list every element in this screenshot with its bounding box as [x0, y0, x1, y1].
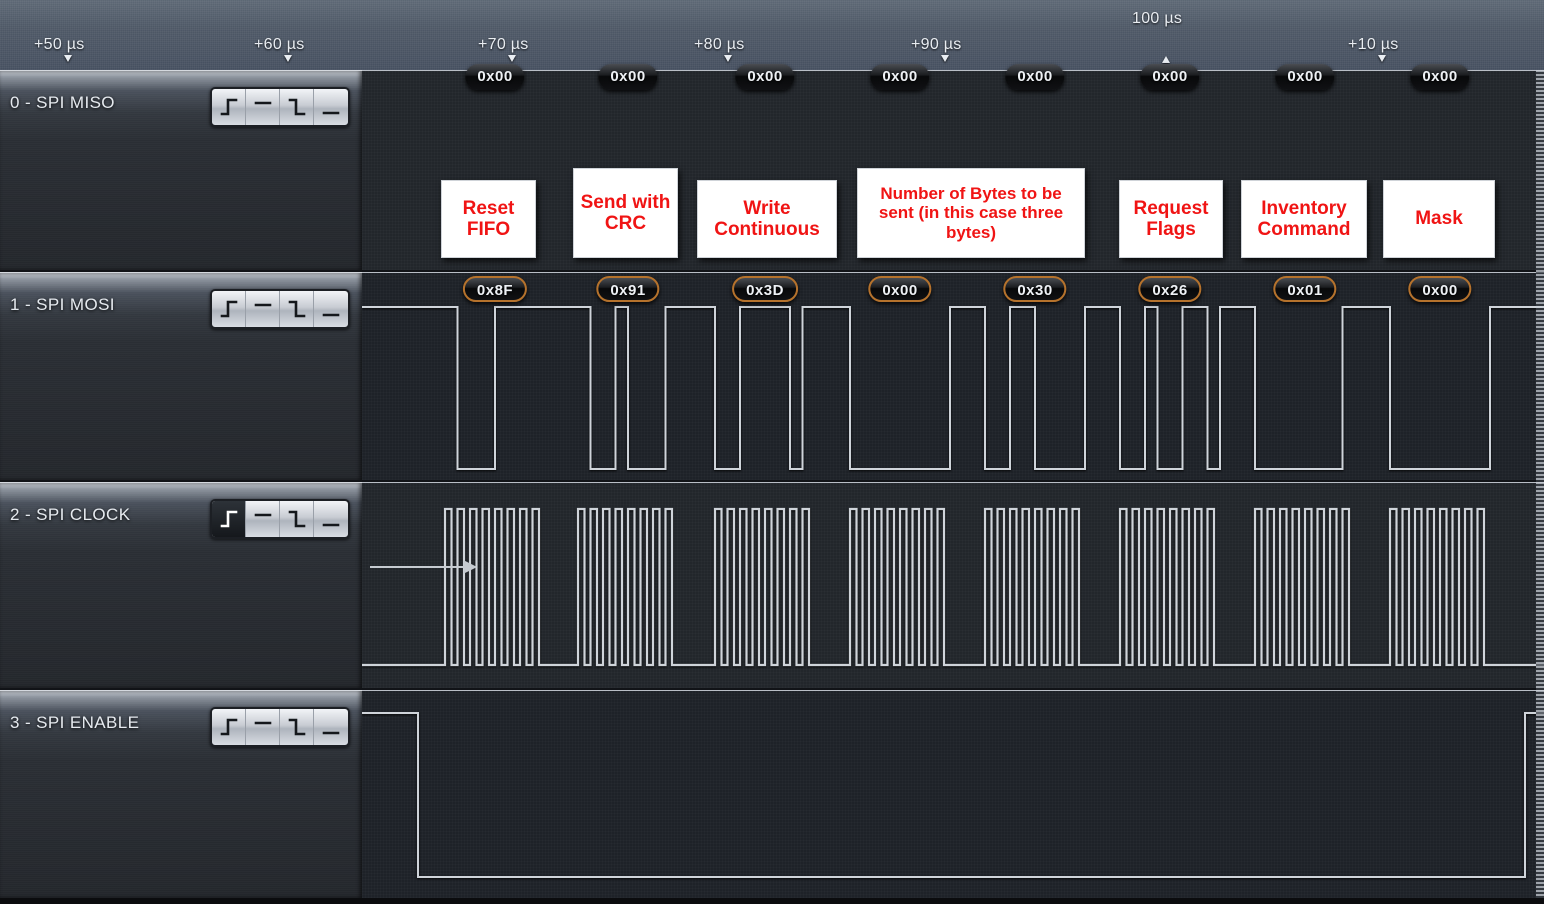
trigger-button-falling-edge[interactable]: [280, 89, 314, 125]
high-level-icon: [253, 296, 273, 322]
channel-header-spi-mosi[interactable]: 1 - SPI MOSI: [0, 272, 362, 480]
trigger-selector-spi-mosi[interactable]: [210, 289, 350, 329]
annotation-box: Write Continuous: [697, 180, 837, 258]
rising-edge-icon: [219, 506, 239, 532]
channel-header-spi-clock[interactable]: 2 - SPI CLOCK: [0, 482, 362, 688]
ruler-tick-arrow-icon: [64, 55, 72, 62]
ruler-tick-label: +80 µs: [694, 36, 745, 54]
rising-edge-icon: [219, 94, 239, 120]
waveform-trace: [362, 273, 1544, 480]
ruler-tick-arrow-icon: [724, 55, 732, 62]
channel-header-spi-miso[interactable]: 0 - SPI MISO: [0, 70, 362, 270]
channel-lane-spi-enable: 3 - SPI ENABLE: [0, 690, 1544, 898]
trigger-button-low-level[interactable]: [314, 291, 348, 327]
mosi-byte-bubble[interactable]: 0x3D: [732, 276, 798, 302]
ruler-tick-label: +60 µs: [254, 36, 305, 54]
ruler-tick-arrow-icon: [1162, 56, 1170, 63]
trigger-button-falling-edge[interactable]: [280, 709, 314, 745]
channel-label-spi-enable: 3 - SPI ENABLE: [10, 713, 139, 733]
miso-byte-bubble[interactable]: 0x00: [1410, 64, 1469, 90]
channel-lane-spi-clock: 2 - SPI CLOCK: [0, 482, 1544, 688]
trigger-button-falling-edge[interactable]: [280, 291, 314, 327]
mosi-byte-bubble[interactable]: 0x00: [868, 276, 931, 302]
trigger-button-low-level[interactable]: [314, 501, 348, 537]
low-level-icon: [321, 296, 341, 322]
channel-label-spi-mosi: 1 - SPI MOSI: [10, 295, 115, 315]
trigger-button-high-level[interactable]: [246, 89, 280, 125]
low-level-icon: [321, 506, 341, 532]
falling-edge-icon: [287, 714, 307, 740]
miso-byte-bubble[interactable]: 0x00: [465, 64, 524, 90]
miso-byte-bubble[interactable]: 0x00: [598, 64, 657, 90]
waveform-trace: [362, 483, 1544, 688]
trigger-button-high-level[interactable]: [246, 709, 280, 745]
trigger-selector-spi-enable[interactable]: [210, 707, 350, 747]
trigger-button-rising-edge[interactable]: [212, 501, 246, 537]
trigger-selector-spi-miso[interactable]: [210, 87, 350, 127]
trigger-button-high-level[interactable]: [246, 501, 280, 537]
low-level-icon: [321, 714, 341, 740]
trigger-button-low-level[interactable]: [314, 89, 348, 125]
right-scroll-edge[interactable]: [1536, 70, 1544, 904]
miso-byte-bubble[interactable]: 0x00: [870, 64, 929, 90]
ruler-tick-label: 100 µs: [1132, 10, 1182, 28]
ruler-tick-label: +90 µs: [911, 36, 962, 54]
rising-edge-icon: [219, 714, 239, 740]
ruler-tick-arrow-icon: [1378, 55, 1386, 62]
miso-byte-bubble[interactable]: 0x00: [735, 64, 794, 90]
high-level-icon: [253, 506, 273, 532]
ruler-tick-arrow-icon: [941, 55, 949, 62]
annotation-box: Inventory Command: [1241, 180, 1367, 258]
clock-trigger-arrow-icon: [368, 556, 478, 578]
trigger-button-rising-edge[interactable]: [212, 709, 246, 745]
ruler-tick-label: +10 µs: [1348, 36, 1399, 54]
annotation-box: Request Flags: [1119, 180, 1223, 258]
trigger-button-high-level[interactable]: [246, 291, 280, 327]
low-level-icon: [321, 94, 341, 120]
mosi-byte-bubble[interactable]: 0x00: [1408, 276, 1471, 302]
channel-label-spi-miso: 0 - SPI MISO: [10, 93, 115, 113]
falling-edge-icon: [287, 506, 307, 532]
channel-waveform-spi-enable[interactable]: [362, 690, 1544, 898]
channel-header-spi-enable[interactable]: 3 - SPI ENABLE: [0, 690, 362, 898]
annotation-box: Reset FIFO: [441, 180, 536, 258]
mosi-byte-bubble[interactable]: 0x01: [1273, 276, 1336, 302]
rising-edge-icon: [219, 296, 239, 322]
annotation-box: Send with CRC: [573, 168, 678, 258]
ruler-tick-label: +50 µs: [34, 36, 85, 54]
trigger-button-rising-edge[interactable]: [212, 89, 246, 125]
high-level-icon: [253, 94, 273, 120]
ruler-tick-arrow-icon: [284, 55, 292, 62]
ruler-tick-arrow-icon: [508, 55, 516, 62]
channel-waveform-spi-mosi[interactable]: [362, 272, 1544, 480]
high-level-icon: [253, 714, 273, 740]
waveform-trace: [362, 691, 1544, 898]
trigger-button-falling-edge[interactable]: [280, 501, 314, 537]
bottom-bar: [0, 898, 1544, 904]
logic-analyzer-window: +50 µs +60 µs +70 µs +80 µs +90 µs 100 µs +10 …: [0, 0, 1544, 904]
falling-edge-icon: [287, 296, 307, 322]
channel-waveform-spi-clock[interactable]: [362, 482, 1544, 688]
channel-label-spi-clock: 2 - SPI CLOCK: [10, 505, 130, 525]
mosi-byte-bubble[interactable]: 0x26: [1138, 276, 1201, 302]
ruler-tick-label: +70 µs: [478, 36, 529, 54]
mosi-byte-bubble[interactable]: 0x8F: [463, 276, 527, 302]
falling-edge-icon: [287, 94, 307, 120]
trigger-button-low-level[interactable]: [314, 709, 348, 745]
miso-byte-bubble[interactable]: 0x00: [1275, 64, 1334, 90]
trigger-button-rising-edge[interactable]: [212, 291, 246, 327]
annotation-box: Number of Bytes to be sent (in this case…: [857, 168, 1085, 258]
mosi-byte-bubble[interactable]: 0x30: [1003, 276, 1066, 302]
mosi-byte-bubble[interactable]: 0x91: [596, 276, 659, 302]
timeline-ruler[interactable]: +50 µs +60 µs +70 µs +80 µs +90 µs 100 µs +10 …: [0, 0, 1544, 71]
miso-byte-bubble[interactable]: 0x00: [1140, 64, 1199, 90]
miso-byte-bubble[interactable]: 0x00: [1005, 64, 1064, 90]
annotation-box: Mask: [1383, 180, 1495, 258]
trigger-selector-spi-clock[interactable]: [210, 499, 350, 539]
